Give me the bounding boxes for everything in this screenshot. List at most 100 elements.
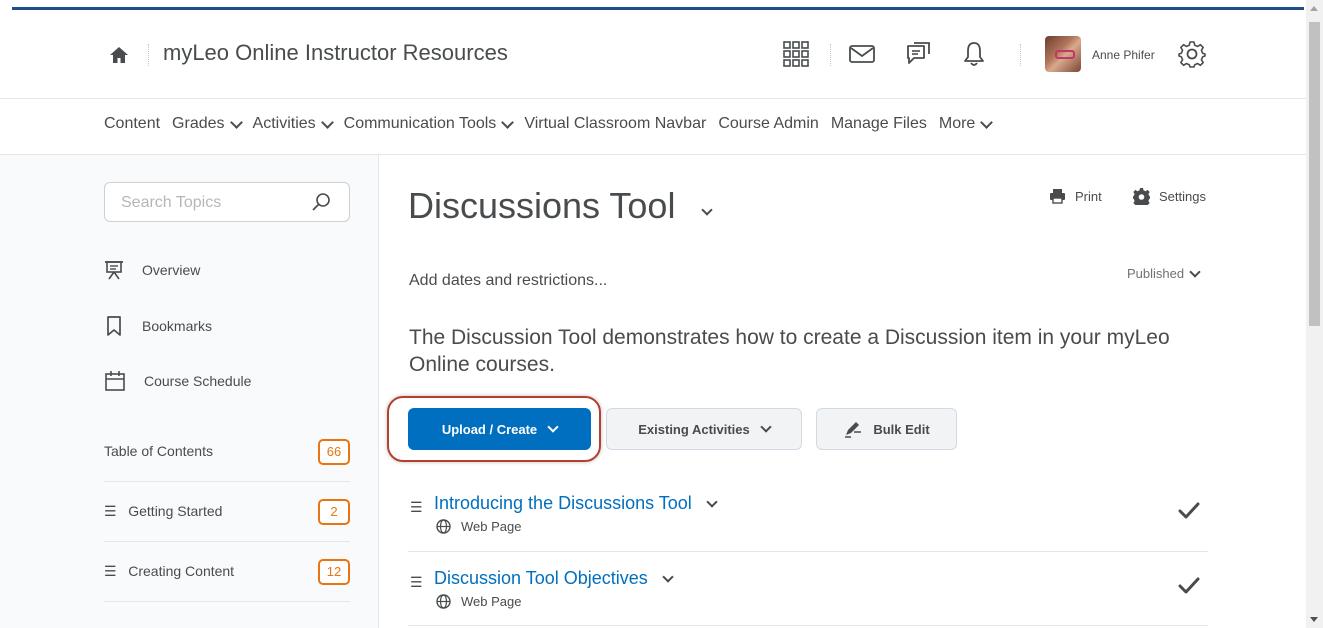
sidebar-item-label: Overview xyxy=(142,262,201,278)
toc-label: Table of Contents xyxy=(104,443,213,459)
module-creating-content[interactable]: ☰ Creating Content 12 xyxy=(104,542,350,602)
module-count-badge: 2 xyxy=(318,499,350,525)
bulk-edit-button[interactable]: Bulk Edit xyxy=(816,408,957,450)
topic-type: Web Page xyxy=(436,519,521,534)
nav-label: Course Admin xyxy=(718,115,819,132)
chevron-down-icon xyxy=(1189,265,1201,278)
module-description: The Discussion Tool demonstrates how to … xyxy=(409,326,1170,376)
chevron-down-icon xyxy=(501,115,515,129)
divider xyxy=(148,44,150,66)
status-label: Published xyxy=(1127,266,1185,281)
nav-communication-tools[interactable]: Communication Tools xyxy=(343,115,515,133)
chat-icon[interactable] xyxy=(904,40,932,68)
divider xyxy=(830,44,832,66)
bookmark-icon xyxy=(107,316,121,336)
chevron-down-icon xyxy=(760,421,772,433)
nav-label: More xyxy=(938,115,976,132)
module-count-badge: 12 xyxy=(318,559,350,585)
settings-label: Settings xyxy=(1159,189,1206,204)
topic-title-text: Discussion Tool Objectives xyxy=(434,568,648,588)
nav-label: Activities xyxy=(252,115,316,132)
drag-handle-icon[interactable]: ☰ xyxy=(410,499,423,516)
existing-activities-button[interactable]: Existing Activities xyxy=(606,408,802,450)
topic-type-label: Web Page xyxy=(461,594,522,609)
table-of-contents-link[interactable]: Table of Contents 66 xyxy=(104,422,350,482)
nav-label: Grades xyxy=(172,115,225,132)
home-icon[interactable] xyxy=(108,44,130,66)
status-dropdown[interactable]: Published xyxy=(1127,265,1201,281)
print-button[interactable]: Print xyxy=(1049,188,1102,204)
topic-type-label: Web Page xyxy=(461,519,522,534)
sidebar-item-bookmarks[interactable]: Bookmarks xyxy=(104,315,212,337)
nav-grades[interactable]: Grades xyxy=(172,115,243,133)
drag-handle-icon[interactable]: ☰ xyxy=(410,574,423,591)
search-input[interactable] xyxy=(119,191,303,215)
navbar-items: Content Grades Activities Communication … xyxy=(104,115,1003,133)
chevron-down-icon xyxy=(547,421,559,433)
chevron-down-icon[interactable] xyxy=(701,204,713,216)
sidebar-item-label: Course Schedule xyxy=(144,373,252,389)
sidebar-item-overview[interactable]: Overview xyxy=(104,259,200,281)
button-label: Upload / Create xyxy=(441,421,538,437)
chevron-down-icon xyxy=(980,115,994,129)
chevron-down-icon[interactable] xyxy=(706,495,718,508)
nav-label: Content xyxy=(104,115,161,132)
gear-icon[interactable] xyxy=(1178,40,1206,68)
minibar-header: myLeo Online Instructor Resources Anne P… xyxy=(0,10,1306,99)
chevron-down-icon[interactable] xyxy=(662,570,674,583)
topic-item: ☰ Discussion Tool Objectives Web Page xyxy=(408,565,1208,626)
sidebar-item-course-schedule[interactable]: Course Schedule xyxy=(104,370,251,392)
waffle-grid-icon[interactable] xyxy=(782,40,810,68)
nav-label: Communication Tools xyxy=(343,115,497,132)
scrollbar-thumb[interactable] xyxy=(1309,22,1320,326)
toc-count-badge: 66 xyxy=(318,439,350,465)
module-title: Creating Content xyxy=(128,563,235,579)
checkmark-icon xyxy=(1178,577,1200,594)
topic-item: ☰ Introducing the Discussions Tool Web P… xyxy=(408,490,1208,552)
top-accent-bar xyxy=(0,0,1306,10)
checkmark-icon xyxy=(1178,502,1200,519)
nav-course-admin[interactable]: Course Admin xyxy=(718,115,819,133)
add-dates-link[interactable]: Add dates and restrictions... xyxy=(409,272,607,290)
module-label: ☰ Creating Content xyxy=(104,563,235,579)
pencil-icon xyxy=(845,422,862,438)
nav-manage-files[interactable]: Manage Files xyxy=(831,115,927,133)
button-label: Existing Activities xyxy=(638,421,750,437)
divider xyxy=(1020,44,1022,66)
settings-button[interactable]: Settings xyxy=(1133,188,1206,205)
overview-icon xyxy=(105,261,123,280)
chevron-down-icon xyxy=(320,115,334,129)
user-name[interactable]: Anne Phifer xyxy=(1092,48,1155,62)
search-box xyxy=(104,182,350,222)
module-getting-started[interactable]: ☰ Getting Started 2 xyxy=(104,482,350,542)
nav-more[interactable]: More xyxy=(938,115,994,133)
content-sidebar: Overview Bookmarks Course Schedule Table… xyxy=(0,155,379,628)
bell-icon[interactable] xyxy=(960,40,988,68)
search-icon[interactable] xyxy=(311,192,331,212)
nav-activities[interactable]: Activities xyxy=(252,115,334,133)
scroll-up-arrow-icon[interactable] xyxy=(1310,6,1318,11)
org-title[interactable]: myLeo Online Instructor Resources xyxy=(163,40,508,66)
upload-create-button[interactable]: Upload / Create xyxy=(408,408,591,450)
globe-icon xyxy=(436,519,451,534)
topic-title[interactable]: Discussion Tool Objectives xyxy=(434,568,674,589)
nav-virtual-classroom[interactable]: Virtual Classroom Navbar xyxy=(524,115,706,133)
gear-icon xyxy=(1133,188,1150,205)
scroll-down-arrow-icon[interactable] xyxy=(1310,617,1318,622)
course-navbar: Content Grades Activities Communication … xyxy=(0,99,1306,155)
calendar-icon xyxy=(105,371,125,391)
sidebar-item-label: Bookmarks xyxy=(142,318,213,334)
avatar[interactable] xyxy=(1045,36,1081,72)
module-title: Getting Started xyxy=(128,503,223,519)
topic-type: Web Page xyxy=(436,594,521,609)
chevron-down-icon xyxy=(229,115,243,129)
topic-title[interactable]: Introducing the Discussions Tool xyxy=(434,493,718,514)
topic-title-text: Introducing the Discussions Tool xyxy=(434,493,692,513)
print-label: Print xyxy=(1075,188,1102,204)
page-title: Discussions Tool xyxy=(408,185,676,226)
mail-icon[interactable] xyxy=(848,40,876,68)
nav-label: Manage Files xyxy=(830,115,927,132)
globe-icon xyxy=(436,594,451,609)
nav-content[interactable]: Content xyxy=(104,115,160,133)
nav-label: Virtual Classroom Navbar xyxy=(524,115,707,132)
